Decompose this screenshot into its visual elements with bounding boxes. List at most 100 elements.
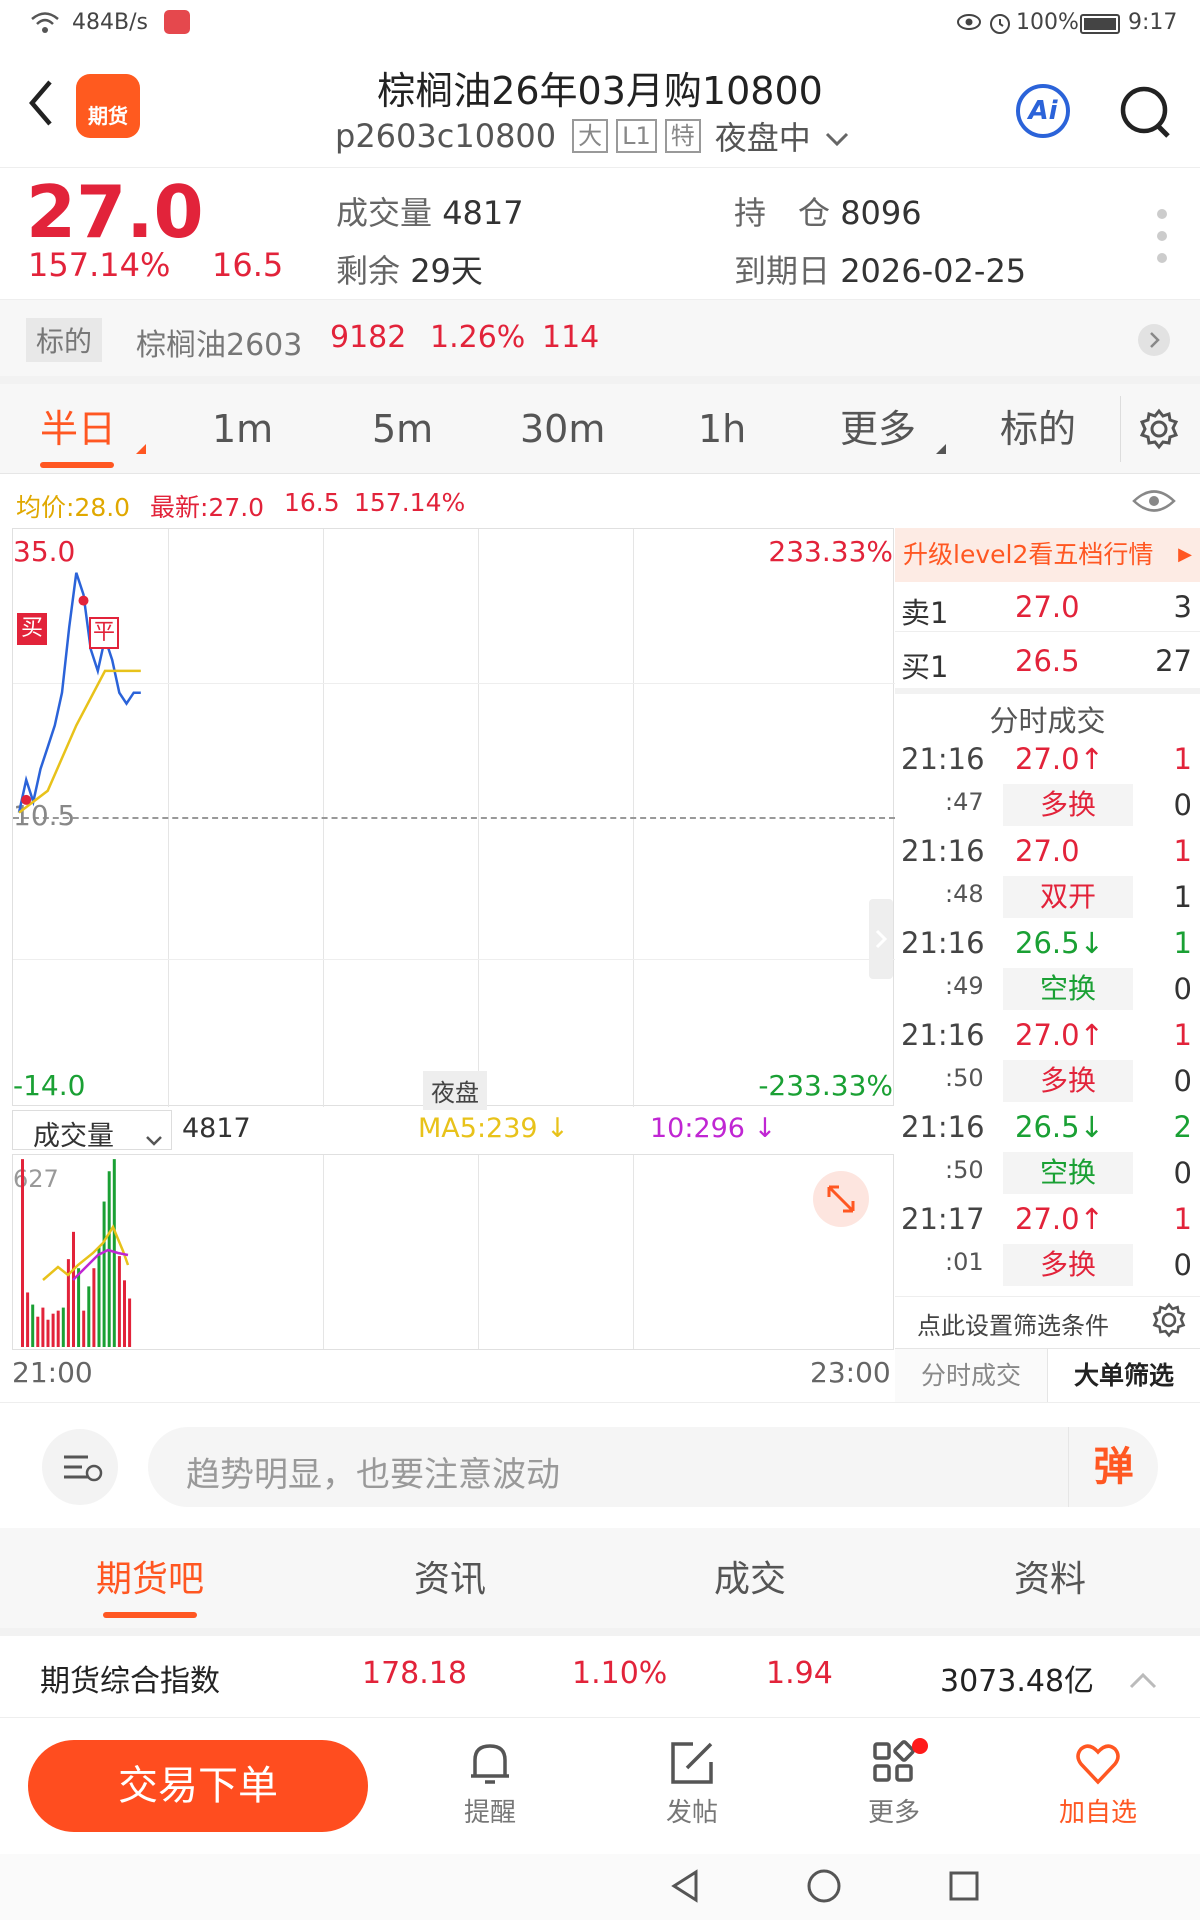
tick-seconds: :01 — [945, 1248, 984, 1276]
level2-upgrade-banner[interactable]: 升级level2看五档行情 ▶ — [895, 528, 1200, 582]
order-book-tabs: 分时成交 大单筛选 — [895, 1348, 1200, 1403]
tick-price: 27.0↑ — [1015, 1202, 1104, 1236]
tick-seconds: :50 — [945, 1156, 984, 1184]
tab-news[interactable]: 资讯 — [360, 1550, 540, 1602]
tab-underlying[interactable]: 标的 — [1000, 384, 1076, 474]
tick-type-qty: 0 — [1173, 788, 1192, 822]
system-nav-bar — [0, 1854, 1200, 1920]
price-panel: 35.0 10.5 -14.0 233.33% -233.33% 夜盘 买 平 — [12, 528, 895, 1110]
tick-price: 27.0 — [1015, 834, 1080, 868]
tab-info[interactable]: 资料 — [960, 1550, 1140, 1602]
tag-big: 大 — [572, 119, 609, 153]
underlying-row[interactable]: 标的 棕榈油2603 9182 1.26% 114 — [0, 300, 1200, 384]
apps-grid-icon — [869, 1740, 919, 1792]
gear-icon[interactable] — [1151, 1302, 1187, 1345]
volume-bar — [56, 1310, 60, 1347]
comment-input[interactable]: 趋势明显，也要注意波动 弹 — [148, 1427, 1158, 1507]
underlying-pct: 1.26% — [430, 320, 526, 355]
nav-recents-icon[interactable] — [948, 1870, 980, 1906]
tab-time-sales[interactable]: 分时成交 — [895, 1349, 1047, 1403]
chevron-down-icon — [825, 117, 849, 155]
gear-icon[interactable] — [1138, 408, 1180, 459]
danmaku-settings-icon[interactable] — [42, 1429, 118, 1505]
clock: 9:17 — [1128, 10, 1178, 35]
nav-home-icon[interactable] — [806, 1868, 842, 1908]
bid-qty: 27 — [1155, 644, 1192, 678]
volume-bar — [128, 1298, 132, 1347]
trade-button[interactable]: 交易下单 — [28, 1740, 368, 1832]
chevron-up-icon[interactable] — [1128, 1664, 1158, 1699]
danmaku-toggle[interactable]: 弹 — [1068, 1427, 1158, 1507]
volume-value: 4817 — [442, 194, 524, 232]
heart-icon — [1073, 1744, 1123, 1792]
tick-type: 多换 — [1003, 1060, 1133, 1102]
tab-halfday[interactable]: 半日 — [40, 384, 146, 474]
filter-settings-label[interactable]: 点此设置筛选条件 — [917, 1306, 1109, 1341]
tick-type-qty: 0 — [1173, 972, 1192, 1006]
volume-bar — [107, 1171, 111, 1347]
latest-price: 最新:27.0 — [150, 493, 265, 522]
tab-1h[interactable]: 1h — [698, 384, 746, 474]
chart-info-line: 均价:28.0 最新:27.0 16.5 157.14% — [0, 476, 1200, 528]
chevron-right-icon[interactable] — [1138, 324, 1170, 356]
tick-price: 26.5↓ — [1015, 926, 1104, 960]
tick-qty: 1 — [1173, 926, 1192, 960]
eye-icon[interactable] — [1132, 488, 1176, 520]
tab-big-orders[interactable]: 大单筛选 — [1047, 1349, 1200, 1403]
ma10-value: 10:296 — [650, 1113, 745, 1144]
intraday-chart[interactable]: 35.0 10.5 -14.0 233.33% -233.33% 夜盘 买 平 … — [12, 528, 895, 1350]
underlying-name: 棕榈油2603 — [136, 328, 303, 363]
volume-bar — [26, 1292, 30, 1347]
tick-qty: 1 — [1173, 1202, 1192, 1236]
back-icon[interactable] — [26, 78, 56, 132]
more-button[interactable]: 更多 — [844, 1738, 944, 1829]
volume-bar — [92, 1268, 96, 1347]
ai-button[interactable]: Ai — [1016, 84, 1070, 138]
volume-value: 4817 — [182, 1113, 251, 1144]
index-pct: 1.10% — [572, 1656, 668, 1691]
tab-1m[interactable]: 1m — [212, 384, 273, 474]
bid-price: 26.5 — [1015, 644, 1080, 678]
tick-seconds: :49 — [945, 972, 984, 1000]
wifi-icon — [30, 10, 60, 42]
post-label: 发帖 — [665, 1798, 718, 1828]
volume-bar — [41, 1307, 45, 1347]
tab-forum[interactable]: 期货吧 — [60, 1550, 240, 1618]
eye-icon — [956, 12, 982, 38]
tick-qty: 1 — [1173, 742, 1192, 776]
page-title: 棕榈油26年03月购10800 — [377, 69, 823, 113]
volume-bar — [72, 1231, 75, 1347]
contract-subtitle[interactable]: p2603c10800 大 L1 特 夜盘中 — [335, 114, 849, 158]
nav-back-icon[interactable] — [668, 1868, 702, 1908]
volume-bar — [46, 1319, 50, 1347]
tab-more[interactable]: 更多 — [840, 384, 946, 474]
active-tab-indicator — [40, 462, 114, 468]
tick-row: 21:16 27.0↑ 1:50 多换 0 — [895, 1018, 1200, 1102]
alert-button[interactable]: 提醒 — [440, 1738, 540, 1829]
tick-row: 21:17 27.0↑ 1:01 多换 0 — [895, 1202, 1200, 1286]
net-speed: 484B/s — [72, 10, 148, 35]
change-value: 16.5 — [212, 246, 284, 284]
ask-label: 卖1 — [901, 596, 949, 630]
tab-5m[interactable]: 5m — [372, 384, 433, 474]
status-bar: 484B/s 100% 9:17 — [0, 0, 1200, 48]
post-button[interactable]: 发帖 — [642, 1738, 742, 1829]
search-icon[interactable] — [1118, 84, 1174, 144]
expand-icon[interactable] — [813, 1171, 869, 1227]
info-pct: 157.14% — [354, 488, 466, 517]
open-interest-label: 持 仓 — [734, 194, 831, 232]
last-price: 27.0 — [26, 170, 204, 254]
upgrade-label: 升级level2看五档行情 — [903, 540, 1154, 569]
tab-30m[interactable]: 30m — [520, 384, 605, 474]
ai-label: Ai — [1028, 96, 1058, 126]
app-notification-icon — [164, 10, 190, 34]
volume-selector[interactable]: 成交量 — [12, 1110, 172, 1152]
tick-row: 21:16 27.0↑ 1:47 多换 0 — [895, 742, 1200, 826]
notification-dot — [912, 1738, 928, 1754]
tab-trades[interactable]: 成交 — [660, 1550, 840, 1602]
add-watchlist-button[interactable]: 加自选 — [1048, 1738, 1148, 1829]
close-point — [78, 595, 89, 606]
more-vertical-icon[interactable] — [1156, 208, 1168, 268]
volume-bar — [82, 1310, 86, 1347]
index-ticker[interactable]: 期货综合指数 178.18 1.10% 1.94 3073.48亿 — [0, 1628, 1200, 1718]
